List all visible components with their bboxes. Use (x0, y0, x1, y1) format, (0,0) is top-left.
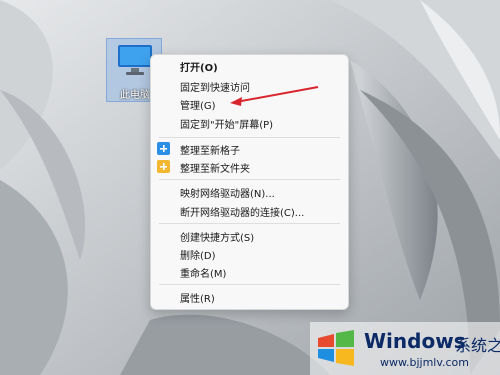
watermark-brand: Windows (364, 329, 466, 353)
menu-item-label: 重命名(M) (180, 269, 227, 280)
monitor-icon (118, 45, 152, 75)
menu-item-rename[interactable]: 重命名(M) (151, 263, 348, 281)
menu-item-label: 创建快捷方式(S) (180, 233, 255, 244)
menu-item-label: 属性(R) (180, 294, 215, 305)
menu-item-create-shortcut[interactable]: 创建快捷方式(S) (151, 227, 348, 245)
menu-separator (159, 284, 340, 285)
menu-item-manage[interactable]: 管理(G) (151, 95, 348, 113)
menu-item-delete[interactable]: 删除(D) (151, 245, 348, 263)
folder-icon (157, 160, 170, 173)
menu-item-label: 断开网络驱动器的连接(C)... (180, 208, 305, 219)
menu-item-new-tile[interactable]: 整理至新格子 (151, 140, 348, 158)
menu-item-disconnect-drive[interactable]: 断开网络驱动器的连接(C)... (151, 202, 348, 220)
menu-item-label: 固定到"开始"屏幕(P) (180, 120, 274, 131)
menu-separator (159, 137, 340, 138)
plus-tile-icon (157, 142, 170, 155)
menu-item-label: 整理至新文件夹 (180, 164, 250, 175)
context-menu: 打开(O) 固定到快速访问 管理(G) 固定到"开始"屏幕(P) 整理至新格子 … (150, 54, 349, 310)
menu-item-properties[interactable]: 属性(R) (151, 288, 348, 306)
menu-item-pin-start[interactable]: 固定到"开始"屏幕(P) (151, 114, 348, 132)
menu-item-label: 删除(D) (180, 251, 216, 262)
menu-item-label: 管理(G) (180, 101, 216, 112)
menu-item-label: 打开(O) (180, 63, 218, 74)
watermark-brand-suffix: 系统之家 (455, 336, 500, 355)
menu-separator (159, 223, 340, 224)
menu-item-open[interactable]: 打开(O) (151, 57, 348, 75)
menu-item-map-drive[interactable]: 映射网络驱动器(N)... (151, 183, 348, 201)
menu-item-new-folder[interactable]: 整理至新文件夹 (151, 158, 348, 176)
menu-separator (159, 179, 340, 180)
menu-item-pin-quick-access[interactable]: 固定到快速访问 (151, 77, 348, 95)
watermark: Windows 系统之家 www.bjjmlv.com (310, 322, 500, 375)
menu-item-label: 固定到快速访问 (180, 83, 250, 94)
windows-logo-icon (318, 330, 354, 366)
watermark-url: www.bjjmlv.com (380, 356, 469, 369)
menu-item-label: 映射网络驱动器(N)... (180, 189, 275, 200)
menu-item-label: 整理至新格子 (180, 146, 240, 157)
